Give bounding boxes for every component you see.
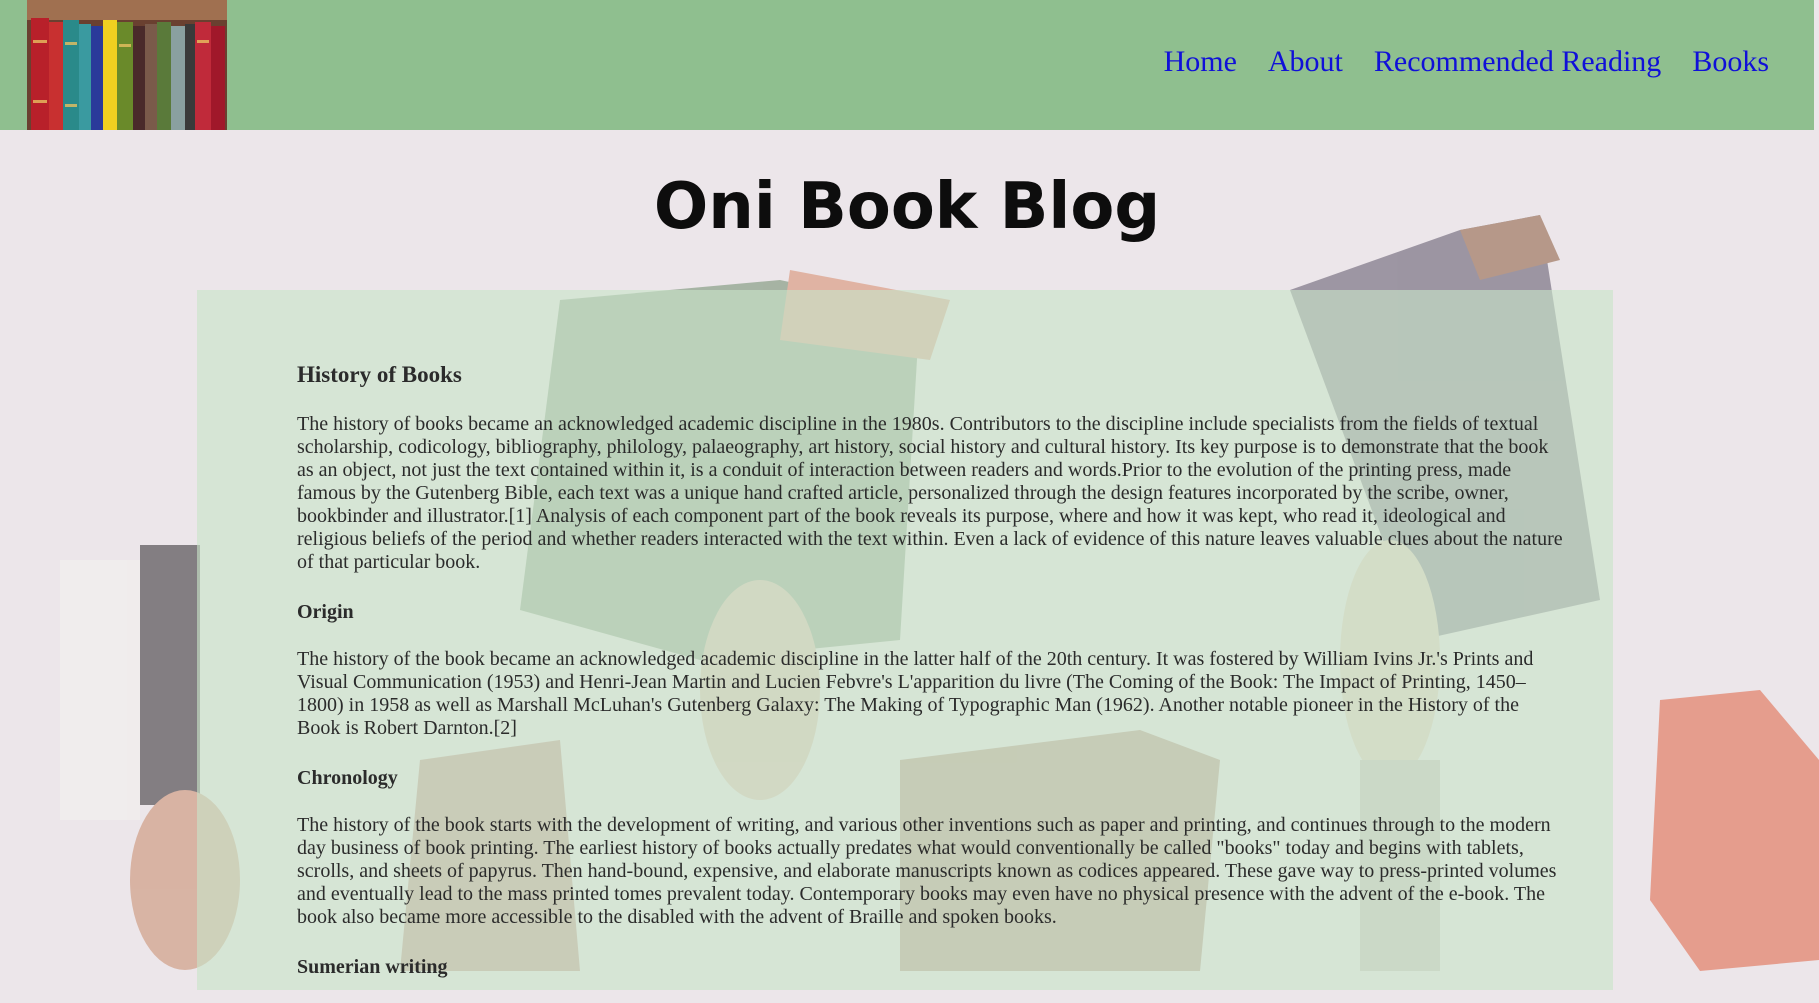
chronology-paragraph: The history of the book starts with the …: [297, 814, 1557, 928]
navbar: Home About Recommended Reading Books: [0, 0, 1814, 130]
main-nav: Home About Recommended Reading Books: [1164, 42, 1769, 82]
nav-books-link[interactable]: Books: [1692, 42, 1769, 82]
bookshelf-logo[interactable]: [27, 0, 227, 130]
sumerian-writing-heading: Sumerian writing: [297, 956, 448, 978]
article-content: History of Books The history of books be…: [297, 360, 1567, 1003]
origin-heading: Origin: [297, 601, 354, 623]
nav-about-link[interactable]: About: [1268, 42, 1343, 82]
nav-recommended-reading-link[interactable]: Recommended Reading: [1374, 42, 1661, 82]
intro-paragraph: The history of books became an acknowled…: [297, 413, 1563, 573]
chronology-heading: Chronology: [297, 767, 398, 789]
article-title: History of Books: [297, 362, 462, 387]
site-title: Oni Book Blog: [653, 170, 1161, 244]
origin-paragraph: The history of the book became an acknow…: [297, 648, 1534, 739]
nav-home-link[interactable]: Home: [1164, 42, 1237, 82]
